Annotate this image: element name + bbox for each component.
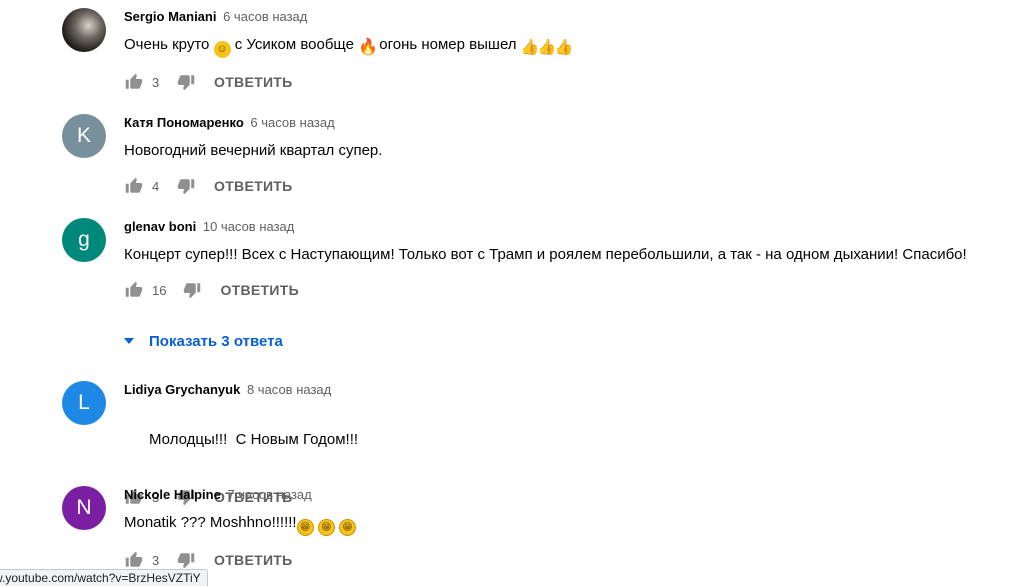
avatar[interactable]: L	[62, 381, 106, 425]
reply-button[interactable]: ОТВЕТИТЬ	[214, 552, 293, 568]
thumb-down-icon	[177, 75, 195, 91]
comment-actions: 3 ОТВЕТИТЬ	[124, 548, 1004, 572]
dislike-button[interactable]	[176, 72, 196, 92]
thumbs-up-emoji: 👍	[520, 39, 540, 56]
comment-text: Очень круто ☺ с Усиком вообще 🔥 огонь но…	[124, 34, 1004, 58]
text-segment: Monatik ??? Moshhno!!!!!!	[124, 514, 297, 531]
like-button[interactable]	[124, 550, 144, 570]
comment-time[interactable]: 7 часов назад	[227, 487, 311, 502]
author-name[interactable]: Катя Пономаренко	[124, 115, 244, 130]
avatar[interactable]: g	[62, 218, 106, 262]
avatar[interactable]	[62, 8, 106, 52]
avatar-letter: K	[76, 124, 91, 147]
comment-time[interactable]: 8 часов назад	[247, 382, 331, 397]
dislike-button[interactable]	[176, 176, 196, 196]
comment-time[interactable]: 10 часов назад	[203, 219, 295, 234]
like-count: 3	[152, 552, 160, 568]
avatar[interactable]: K	[62, 114, 106, 158]
comment-body: glenav boni 10 часов назад Концерт супер…	[124, 218, 1004, 302]
thumb-up-icon	[125, 73, 143, 89]
thumb-up-icon	[125, 551, 143, 567]
comment-time[interactable]: 6 часов назад	[223, 9, 307, 24]
like-count: 3	[152, 74, 160, 90]
avatar-letter: g	[78, 228, 90, 251]
avatar[interactable]: N	[62, 486, 106, 530]
comment-header: Lidiya Grychanyuk 8 часов назад	[124, 381, 1004, 399]
dislike-button[interactable]	[176, 550, 196, 570]
like-button[interactable]	[124, 176, 144, 196]
thumb-up-icon	[125, 177, 143, 193]
like-count: 16	[152, 282, 167, 298]
reply-button[interactable]: ОТВЕТИТЬ	[214, 74, 293, 90]
comment-actions: 4 ОТВЕТИТЬ	[124, 174, 1004, 198]
comment-body: Nickole Halpine 7 часов назад Monatik ??…	[124, 486, 1004, 572]
smile-emoji: ☺	[213, 41, 231, 58]
fire-emoji: 🔥	[358, 39, 379, 56]
avatar-letter: N	[76, 496, 92, 519]
thumb-down-icon	[184, 283, 201, 299]
comment-header: Sergio Maniani 6 часов назад	[124, 8, 1004, 26]
dislike-button[interactable]	[182, 280, 202, 300]
comment-body: Sergio Maniani 6 часов назад Очень круто…	[124, 8, 1004, 94]
like-button[interactable]	[124, 72, 144, 92]
comment-header: Nickole Halpine 7 часов назад	[124, 486, 1004, 504]
comment-text: Новогодний вечерний квартал супер.	[124, 140, 1004, 162]
text-segment: Очень круто	[124, 36, 214, 53]
comment-header: Катя Пономаренко 6 часов назад	[124, 114, 1004, 132]
author-name[interactable]: Sergio Maniani	[124, 9, 216, 24]
grin-emoji: 😁	[338, 519, 356, 536]
thumbs-up-emoji: 👍	[554, 39, 574, 56]
text-segment: Новогодний вечерний квартал супер.	[124, 142, 383, 159]
comment-text: Monatik ??? Moshhno!!!!!! 😁 😁 😁	[124, 512, 1004, 536]
reply-button[interactable]: ОТВЕТИТЬ	[220, 282, 299, 298]
thumbs-up-emoji: 👍	[537, 39, 557, 56]
text-segment: с Усиком вообще	[230, 36, 359, 53]
reply-button[interactable]: ОТВЕТИТЬ	[214, 178, 293, 194]
comment-body: Катя Пономаренко 6 часов назад Новогодни…	[124, 114, 1004, 198]
chevron-down-icon	[124, 338, 134, 344]
text-segment: Молодцы!!! С Новым Годом!!!	[149, 431, 359, 448]
thumb-up-icon	[125, 281, 143, 297]
like-button[interactable]	[124, 280, 144, 300]
status-bar-url: w.youtube.com/watch?v=BrzHesVZTiY	[0, 569, 208, 586]
thumb-down-icon	[177, 179, 195, 195]
show-replies-label: Показать 3 ответа	[149, 332, 283, 350]
text-segment: огонь номер вышел	[375, 36, 521, 53]
thumb-down-icon	[177, 553, 195, 569]
author-name[interactable]: glenav boni	[124, 219, 196, 234]
avatar-letter: L	[78, 391, 90, 414]
comment-actions: 16 ОТВЕТИТЬ	[124, 278, 1004, 302]
comment-actions: 3 ОТВЕТИТЬ	[124, 70, 1004, 94]
show-replies-button[interactable]: Показать 3 ответа	[124, 331, 283, 351]
comment-text: Концерт супер!!! Всех с Наступающим! Тол…	[124, 244, 1004, 266]
author-name[interactable]: Nickole Halpine	[124, 487, 221, 502]
author-name[interactable]: Lidiya Grychanyuk	[124, 382, 240, 397]
comment-header: glenav boni 10 часов назад	[124, 218, 1004, 236]
comment-text: Молодцы!!! С Новым Годом!!!	[124, 407, 1004, 473]
comment-time[interactable]: 6 часов назад	[250, 115, 334, 130]
grin-emoji: 😁	[317, 519, 335, 536]
grin-emoji: 😁	[296, 519, 314, 536]
like-count: 4	[152, 178, 160, 194]
text-segment: Концерт супер!!! Всех с Наступающим! Тол…	[124, 246, 967, 263]
